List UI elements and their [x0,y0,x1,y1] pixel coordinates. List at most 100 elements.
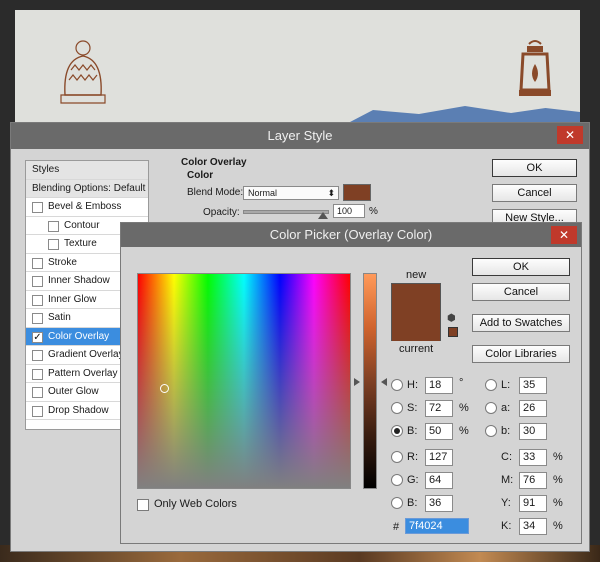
close-button[interactable]: ✕ [557,126,583,144]
layer-style-title: Layer Style [267,128,333,143]
g-label: G: [407,474,419,486]
ok-button[interactable]: OK [472,258,570,276]
s-radio[interactable] [391,402,403,414]
add-to-swatches-button[interactable]: Add to Swatches [472,314,570,332]
overlay-color-swatch[interactable] [343,184,371,201]
hex-input[interactable]: 7f4024 [405,518,469,534]
checkbox-icon[interactable] [32,350,43,361]
close-button[interactable]: ✕ [551,226,577,244]
b-unit: % [459,425,469,437]
opacity-unit: % [369,206,378,217]
checkbox-icon[interactable] [32,257,43,269]
hex-label: # [393,521,400,533]
select-arrows-icon: ⬍ [327,188,335,198]
blue-label: B: [407,497,418,509]
m-input[interactable]: 76 [519,472,547,489]
k-unit: % [553,520,563,532]
sidebar-item-label: Blending Options: Default [32,182,146,194]
s-input[interactable]: 72 [425,400,453,417]
h-radio[interactable] [391,379,403,391]
checkbox-icon[interactable] [32,313,43,324]
color-field-cursor[interactable] [160,384,169,393]
cancel-button[interactable]: Cancel [472,283,570,301]
y-input[interactable]: 91 [519,495,547,512]
sidebar-item-bevel-emboss[interactable]: Bevel & Emboss [26,198,148,217]
sidebar-item-label: Styles [32,164,60,175]
l-radio[interactable] [485,379,497,391]
web-safe-swatch[interactable] [448,327,458,337]
checkbox-icon[interactable] [32,387,43,398]
l-input[interactable]: 35 [519,377,547,394]
r-input[interactable]: 127 [425,449,453,466]
g-radio[interactable] [391,474,403,486]
b-input[interactable]: 50 [425,423,453,440]
sidebar-item-styles[interactable]: Styles [26,161,148,180]
layer-style-titlebar[interactable]: Layer Style ✕ [11,123,589,149]
h-unit: ° [459,377,464,389]
a-label: a: [501,402,511,414]
checkbox-icon[interactable] [32,368,43,380]
sidebar-item-label: Stroke [48,256,77,268]
checkbox-icon[interactable] [32,202,43,213]
blend-mode-select[interactable]: Normal ⬍ [243,186,339,200]
opacity-input[interactable]: 100 [333,204,365,218]
c-input[interactable]: 33 [519,449,547,466]
sidebar-item-label: Bevel & Emboss [48,201,122,212]
color-field[interactable] [137,273,351,489]
color-libraries-button[interactable]: Color Libraries [472,345,570,363]
k-input[interactable]: 34 [519,518,547,535]
checkbox-icon[interactable] [32,405,43,417]
k-label: K: [501,520,512,532]
b-radio[interactable] [391,425,403,437]
sidebar-item-label: Inner Shadow [48,275,110,286]
opacity-label: Opacity: [203,207,240,218]
sidebar-item-blending-options-default[interactable]: Blending Options: Default [26,179,148,198]
new-color-swatch [392,284,440,313]
lab-b-radio[interactable] [485,425,497,437]
c-unit: % [553,451,563,463]
checked-checkbox-icon[interactable]: ✓ [32,331,43,343]
r-label: R: [407,451,418,463]
s-unit: % [459,402,469,414]
section-title: Color Overlay [181,157,247,168]
lab-b-input[interactable]: 30 [519,423,547,440]
a-radio[interactable] [485,402,497,414]
lantern-illustration [515,40,555,108]
checkbox-icon[interactable] [48,220,59,232]
sidebar-item-label: Drop Shadow [48,404,109,416]
c-label: C: [501,451,512,463]
checkbox-icon[interactable] [48,239,59,250]
cancel-button[interactable]: Cancel [492,184,577,202]
opacity-slider[interactable] [243,210,329,214]
sidebar-item-label: Contour [64,219,100,231]
h-input[interactable]: 18 [425,377,453,394]
blue-input[interactable]: 36 [425,495,453,512]
checkbox-icon[interactable] [32,294,43,306]
opacity-slider-thumb[interactable] [318,212,328,219]
s-label: S: [407,402,418,414]
hue-slider-arrow-right[interactable] [354,378,360,386]
blend-mode-value: Normal [248,188,278,198]
new-color-label: new [406,269,427,281]
h-label: H: [407,379,418,391]
only-web-colors-checkbox[interactable] [137,499,149,511]
color-picker-title: Color Picker (Overlay Color) [269,227,433,242]
checkbox-icon[interactable] [32,276,43,287]
g-input[interactable]: 64 [425,472,453,489]
sidebar-item-label: Outer Glow [48,386,99,397]
y-unit: % [553,497,563,509]
sidebar-item-label: Color Overlay [48,330,110,342]
sidebar-item-label: Gradient Overlay [48,349,124,360]
hue-slider-arrow-left[interactable] [381,378,387,386]
blue-radio[interactable] [391,497,403,509]
y-label: Y: [501,497,511,509]
r-radio[interactable] [391,451,403,463]
out-of-gamut-cube-icon[interactable]: ⬢ [447,313,456,324]
color-picker-titlebar[interactable]: Color Picker (Overlay Color) ✕ [121,223,581,247]
m-unit: % [553,474,563,486]
color-slider[interactable] [363,273,377,489]
current-color-swatch[interactable] [392,313,440,341]
ok-button[interactable]: OK [492,159,577,177]
a-input[interactable]: 26 [519,400,547,417]
m-label: M: [501,474,514,486]
